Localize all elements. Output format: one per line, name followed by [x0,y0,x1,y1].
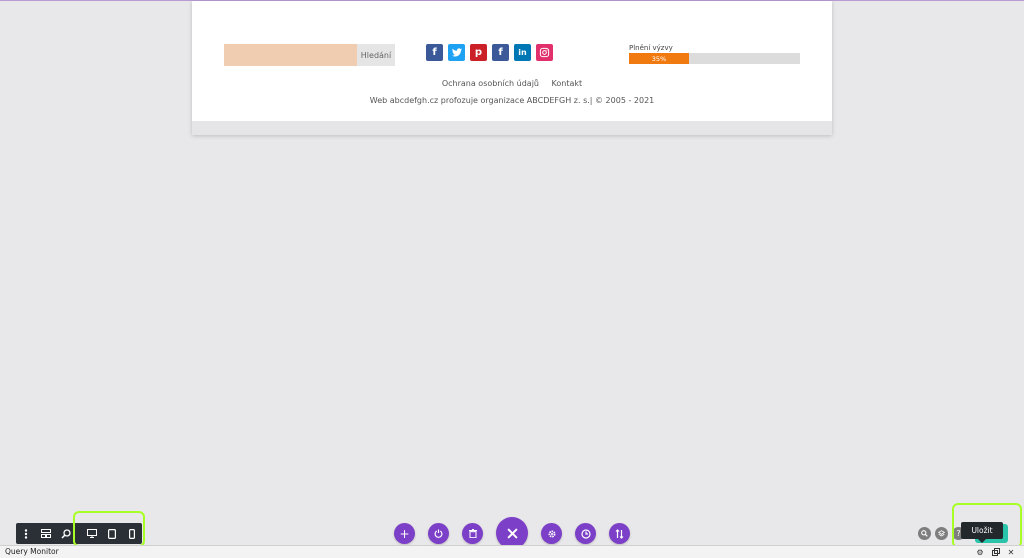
search-form: Hledání [224,44,395,66]
gear-icon[interactable]: ⚙ [975,547,985,557]
footer-links: Ochrana osobních údajů Kontakt [192,79,832,88]
layers-button[interactable] [935,527,948,540]
highlight-save [952,503,1022,548]
instagram-icon[interactable] [536,44,553,61]
history-icon [580,528,591,539]
wireframe-icon[interactable] [36,523,56,544]
query-monitor-link[interactable]: Query Monitor [5,546,59,558]
pinterest-icon[interactable]: p [470,44,487,61]
power-icon [434,529,443,538]
close-icon [506,527,518,539]
page-preview: Hledání f p f in Plnění výzvy 35% Ochran… [192,1,832,135]
search-icon [921,530,928,537]
settings-icon [548,530,555,537]
close-icon[interactable]: ✕ [1006,547,1016,557]
search-input[interactable] [224,44,357,66]
delete-button[interactable] [462,523,483,544]
trash-icon [468,529,477,538]
add-icon: + [399,526,410,541]
progress-text: 35% [651,54,667,63]
history-button[interactable] [575,523,596,544]
highlight-responsive-views [73,511,145,547]
sort-icon [615,528,624,539]
settings-button[interactable] [541,523,562,544]
challenge-progress: Plnění výzvy 35% [629,44,800,64]
privacy-link[interactable]: Ochrana osobních údajů [442,79,539,88]
window-icon[interactable] [991,547,1001,557]
layers-icon [938,530,945,537]
right-search-button[interactable] [918,527,931,540]
facebook-icon[interactable]: f [426,44,443,61]
contact-link[interactable]: Kontakt [552,79,583,88]
power-button[interactable] [428,523,449,544]
challenge-label: Plnění výzvy [629,44,673,52]
facebook-icon[interactable]: f [492,44,509,61]
copyright-text: Web abcdefgh.cz profozuje organizace ABC… [369,96,655,105]
page-bottom-strip [192,121,832,135]
portability-button[interactable] [609,523,630,544]
twitter-icon[interactable] [448,44,465,61]
search-button[interactable]: Hledání [357,44,395,66]
menu-icon[interactable] [16,523,36,544]
admin-bar: Query Monitor ⚙ ✕ [0,545,1024,558]
social-icons: f p f in [426,44,553,61]
progress-track: 35% [629,53,800,64]
linkedin-icon[interactable]: in [514,44,531,61]
add-button[interactable]: + [394,523,415,544]
progress-fill: 35% [629,53,689,64]
